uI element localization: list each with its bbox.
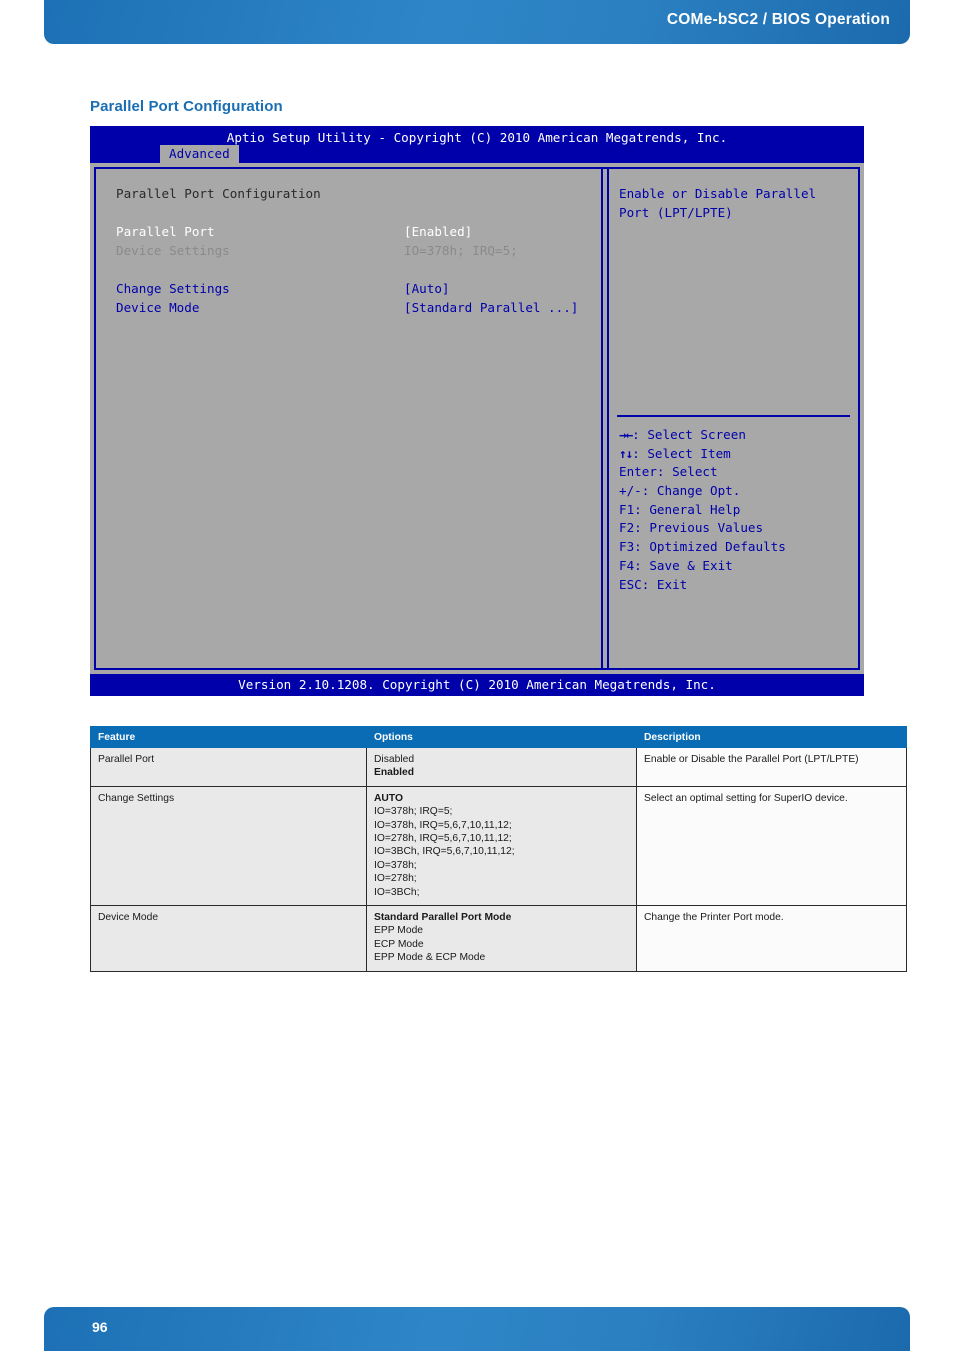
bios-screen: Aptio Setup Utility - Copyright (C) 2010… xyxy=(90,126,864,696)
bios-row-change-settings-value[interactable]: [Auto] xyxy=(404,279,450,298)
bios-key-f4-glyph: F4 xyxy=(619,557,635,573)
bios-key-select-screen-label: : Select Screen xyxy=(632,427,746,442)
bios-row-device-settings: Device Settings IO=378h; IRQ=5; xyxy=(116,241,595,260)
bios-key-change-opt-glyph: +/- xyxy=(619,483,642,499)
bios-panel-heading-label: Parallel Port Configuration xyxy=(116,186,321,201)
bios-tab-advanced[interactable]: Advanced xyxy=(160,145,239,163)
option-item: IO=278h; xyxy=(374,873,417,885)
option-item: Standard Parallel Port Mode xyxy=(374,912,512,924)
bios-row-device-mode-value[interactable]: [Standard Parallel ...] xyxy=(404,298,578,317)
bios-body: Parallel Port Configuration Parallel Por… xyxy=(94,167,860,670)
bios-settings-panel: Parallel Port Configuration Parallel Por… xyxy=(96,169,603,668)
table-row: Change Settings AUTO IO=378h; IRQ=5; IO=… xyxy=(90,785,907,907)
table-cell-options: Standard Parallel Port Mode EPP Mode ECP… xyxy=(366,905,637,972)
bios-key-legend: →←: Select Screen ↑↓: Select Item Enter:… xyxy=(619,425,852,593)
bios-key-f1-label: : General Help xyxy=(634,501,741,517)
table-cell-options: Disabled Enabled xyxy=(366,747,637,787)
option-item: Disabled xyxy=(374,754,415,765)
table-header-options: Options xyxy=(366,726,637,748)
option-item: IO=378h; xyxy=(374,859,417,871)
option-item: EPP Mode xyxy=(374,925,424,937)
table-header-feature: Feature xyxy=(90,726,367,748)
bios-row-parallel-port[interactable]: Parallel Port [Enabled] xyxy=(116,222,595,241)
table-row: Device Mode Standard Parallel Port Mode … xyxy=(90,905,907,972)
bios-row-change-settings[interactable]: Change Settings [Auto] xyxy=(116,279,595,298)
bios-key-enter-glyph: Enter xyxy=(619,464,657,480)
option-item: IO=3BCh, IRQ=5,6,7,10,11,12; xyxy=(374,846,515,858)
bios-help-line-1: Enable or Disable Parallel xyxy=(619,186,817,201)
table-header-description: Description xyxy=(636,726,907,748)
bios-key-change-opt: +/-: Change Opt. xyxy=(619,481,852,500)
bios-titlebar: Aptio Setup Utility - Copyright (C) 2010… xyxy=(90,126,864,163)
bios-row-device-mode[interactable]: Device Mode [Standard Parallel ...] xyxy=(116,298,595,317)
option-item: IO=278h, IRQ=5,6,7,10,11,12; xyxy=(374,833,512,845)
option-item: IO=378h, IRQ=5,6,7,10,11,12; xyxy=(374,819,512,831)
bios-key-f1: F1: General Help xyxy=(619,500,852,519)
bios-version-bar: Version 2.10.1208. Copyright (C) 2010 Am… xyxy=(90,674,864,696)
bios-key-f2: F2: Previous Values xyxy=(619,518,852,537)
arrow-up-down-icon: ↑↓ xyxy=(619,445,633,461)
bios-key-f3-glyph: F3 xyxy=(619,539,635,555)
bios-help-panel: Enable or Disable Parallel Port (LPT/LPT… xyxy=(607,169,858,668)
table-row: Parallel Port Disabled Enabled Enable or… xyxy=(90,747,907,787)
table-cell-description: Enable or Disable the Parallel Port (LPT… xyxy=(636,747,907,787)
page-header-bar: COMe-bSC2 / BIOS Operation xyxy=(44,0,910,44)
bios-key-esc: ESC: Exit xyxy=(619,575,852,594)
option-item: IO=3BCh; xyxy=(374,886,420,898)
bios-row-device-mode-label: Device Mode xyxy=(116,300,200,315)
bios-key-f2-glyph: F2 xyxy=(619,520,635,536)
bios-key-esc-glyph: ESC xyxy=(619,576,642,592)
bios-row-device-settings-label: Device Settings xyxy=(116,243,230,258)
bios-key-enter: Enter: Select xyxy=(619,462,852,481)
bios-key-f3-label: : Optimized Defaults xyxy=(634,539,786,555)
bios-key-f3: F3: Optimized Defaults xyxy=(619,537,852,556)
option-item: Enabled xyxy=(374,767,415,779)
option-item: AUTO xyxy=(374,792,403,804)
bios-key-f1-glyph: F1 xyxy=(619,501,635,517)
settings-reference-table: Feature Options Description Parallel Por… xyxy=(90,726,907,972)
bios-key-select-item: ↑↓: Select Item xyxy=(619,444,852,463)
bios-row-parallel-port-value[interactable]: [Enabled] xyxy=(404,222,472,241)
table-cell-options: AUTO IO=378h; IRQ=5; IO=378h, IRQ=5,6,7,… xyxy=(366,785,637,907)
bios-spacer xyxy=(116,260,595,279)
option-item: EPP Mode & ECP Mode xyxy=(374,952,486,964)
bios-key-select-item-label: : Select Item xyxy=(632,445,731,461)
bios-key-esc-label: : Exit xyxy=(641,576,688,592)
table-cell-description: Change the Printer Port mode. xyxy=(636,905,907,972)
bios-key-enter-label: : Select xyxy=(656,464,718,480)
bios-help-text: Enable or Disable Parallel Port (LPT/LPT… xyxy=(619,184,850,222)
page-number: 96 xyxy=(92,1319,108,1335)
bios-key-f4: F4: Save & Exit xyxy=(619,556,852,575)
bios-row-device-settings-value: IO=378h; IRQ=5; xyxy=(404,243,518,258)
bios-key-change-opt-label: : Change Opt. xyxy=(641,483,741,499)
arrow-left-right-icon: →← xyxy=(619,427,633,442)
bios-help-line-2: Port (LPT/LPTE) xyxy=(619,205,733,220)
bios-panel-heading: Parallel Port Configuration xyxy=(116,184,595,203)
bios-key-f4-label: : Save & Exit xyxy=(634,557,733,573)
bios-spacer xyxy=(116,203,595,222)
bios-key-f2-label: : Previous Values xyxy=(634,520,764,536)
page-header-title: COMe-bSC2 / BIOS Operation xyxy=(666,11,890,28)
option-item: IO=378h; IRQ=5; xyxy=(374,806,453,818)
table-cell-description: Select an optimal setting for SuperIO de… xyxy=(636,785,907,907)
table-cell-feature: Device Mode xyxy=(90,905,367,972)
table-cell-feature: Change Settings xyxy=(90,785,367,907)
page-footer-bar: 96 xyxy=(44,1307,910,1351)
bios-row-change-settings-label: Change Settings xyxy=(116,281,230,296)
bios-row-parallel-port-label: Parallel Port xyxy=(116,224,215,239)
bios-key-select-screen: →←: Select Screen xyxy=(619,425,852,444)
bios-help-divider xyxy=(617,415,850,417)
page-title: Parallel Port Configuration xyxy=(90,98,283,115)
table-header-row: Feature Options Description xyxy=(90,726,907,748)
option-item: ECP Mode xyxy=(374,938,424,950)
table-cell-feature: Parallel Port xyxy=(90,747,367,787)
